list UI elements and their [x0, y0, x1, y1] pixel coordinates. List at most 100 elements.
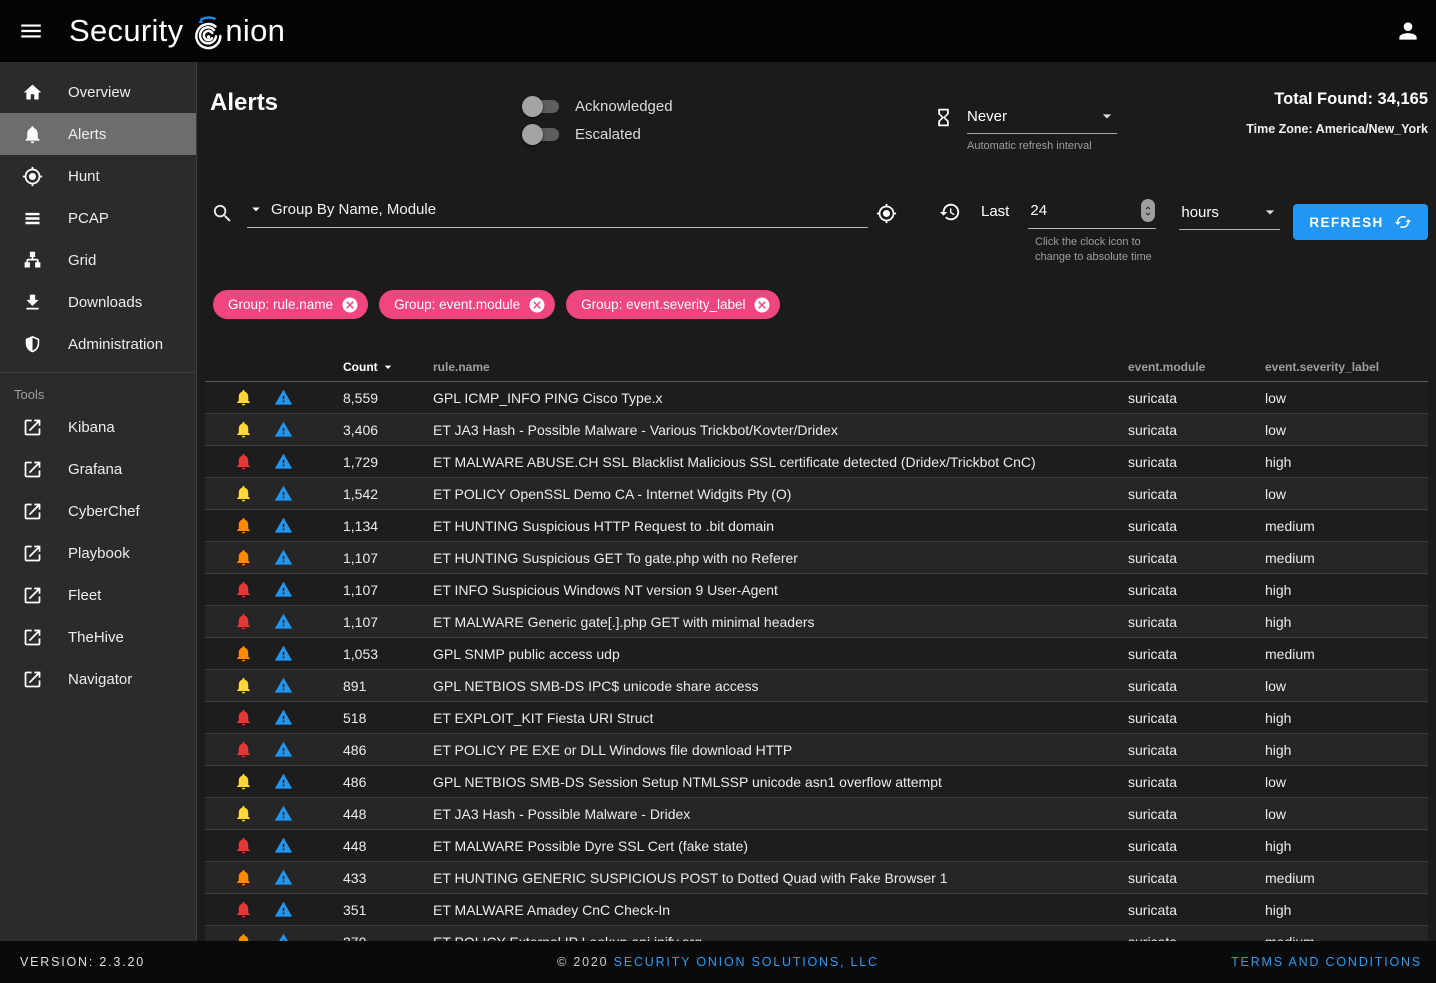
severity-bell-icon[interactable]: [223, 580, 263, 599]
alert-warning-icon[interactable]: [263, 420, 303, 439]
column-header-rule-name[interactable]: rule.name: [433, 360, 1128, 374]
severity-cell: low: [1265, 390, 1428, 406]
alert-warning-icon[interactable]: [263, 388, 303, 407]
alert-warning-icon[interactable]: [263, 804, 303, 823]
column-header-count[interactable]: Count: [343, 359, 433, 375]
table-row[interactable]: 448 ET MALWARE Possible Dyre SSL Cert (f…: [205, 830, 1428, 862]
refresh-interval-select[interactable]: Never: [967, 106, 1117, 134]
acknowledged-toggle[interactable]: Acknowledged: [523, 92, 673, 120]
sidebar-item-alerts[interactable]: Alerts: [0, 113, 196, 155]
table-row[interactable]: 433 ET HUNTING GENERIC SUSPICIOUS POST t…: [205, 862, 1428, 894]
filter-target-icon[interactable]: [876, 203, 897, 224]
user-account-icon[interactable]: [1395, 18, 1421, 44]
table-row[interactable]: 1,134 ET HUNTING Suspicious HTTP Request…: [205, 510, 1428, 542]
table-row[interactable]: 891 GPL NETBIOS SMB-DS IPC$ unicode shar…: [205, 670, 1428, 702]
alert-warning-icon[interactable]: [263, 452, 303, 471]
group-chip[interactable]: Group: event.module: [379, 290, 555, 319]
table-row[interactable]: 351 ET MALWARE Amadey CnC Check-In suric…: [205, 894, 1428, 926]
severity-bell-icon[interactable]: [223, 484, 263, 503]
sidebar-item-playbook[interactable]: Playbook: [0, 532, 196, 574]
menu-icon[interactable]: [14, 14, 48, 48]
sidebar-item-administration[interactable]: Administration: [0, 323, 196, 365]
alert-warning-icon[interactable]: [263, 740, 303, 759]
sidebar-item-thehive[interactable]: TheHive: [0, 616, 196, 658]
severity-cell: high: [1265, 614, 1428, 630]
alert-warning-icon[interactable]: [263, 548, 303, 567]
table-row[interactable]: 3,406 ET JA3 Hash - Possible Malware - V…: [205, 414, 1428, 446]
severity-bell-icon[interactable]: [223, 900, 263, 919]
severity-bell-icon[interactable]: [223, 868, 263, 887]
alert-warning-icon[interactable]: [263, 708, 303, 727]
chevron-down-icon[interactable]: [247, 200, 265, 218]
close-icon[interactable]: [341, 296, 359, 314]
time-value-input[interactable]: 24: [1028, 200, 1156, 229]
toggle-track[interactable]: [526, 128, 559, 141]
table-row[interactable]: 486 GPL NETBIOS SMB-DS Session Setup NTM…: [205, 766, 1428, 798]
alert-warning-icon[interactable]: [263, 676, 303, 695]
table-row[interactable]: 270 ET POLICY External IP Lookup api.ipi…: [205, 926, 1428, 941]
sidebar-item-hunt[interactable]: Hunt: [0, 155, 196, 197]
alert-warning-icon[interactable]: [263, 612, 303, 631]
table-row[interactable]: 1,107 ET MALWARE Generic gate[.].php GET…: [205, 606, 1428, 638]
alert-warning-icon[interactable]: [263, 516, 303, 535]
alert-warning-icon[interactable]: [263, 836, 303, 855]
severity-bell-icon[interactable]: [223, 644, 263, 663]
sidebar-item-kibana[interactable]: Kibana: [0, 406, 196, 448]
table-row[interactable]: 518 ET EXPLOIT_KIT Fiesta URI Struct sur…: [205, 702, 1428, 734]
table-row[interactable]: 1,107 ET INFO Suspicious Windows NT vers…: [205, 574, 1428, 606]
sidebar-item-overview[interactable]: Overview: [0, 71, 196, 113]
severity-bell-icon[interactable]: [223, 548, 263, 567]
sidebar-item-grafana[interactable]: Grafana: [0, 448, 196, 490]
severity-bell-icon[interactable]: [223, 772, 263, 791]
alert-warning-icon[interactable]: [263, 868, 303, 887]
sidebar-item-cyberchef[interactable]: CyberChef: [0, 490, 196, 532]
group-chip[interactable]: Group: rule.name: [213, 290, 368, 319]
toggle-knob[interactable]: [522, 96, 543, 117]
alert-warning-icon[interactable]: [263, 644, 303, 663]
escalated-toggle[interactable]: Escalated: [523, 120, 673, 148]
sidebar-item-downloads[interactable]: Downloads: [0, 281, 196, 323]
copyright-link[interactable]: SECURITY ONION SOLUTIONS, LLC: [614, 955, 879, 969]
severity-bell-icon[interactable]: [223, 932, 263, 941]
severity-bell-icon[interactable]: [223, 452, 263, 471]
table-row[interactable]: 1,107 ET HUNTING Suspicious GET To gate.…: [205, 542, 1428, 574]
column-header-severity-label[interactable]: event.severity_label: [1265, 360, 1428, 374]
refresh-button[interactable]: REFRESH: [1293, 204, 1428, 240]
table-row[interactable]: 448 ET JA3 Hash - Possible Malware - Dri…: [205, 798, 1428, 830]
severity-bell-icon[interactable]: [223, 708, 263, 727]
column-header-event-module[interactable]: event.module: [1128, 360, 1265, 374]
close-icon[interactable]: [753, 296, 771, 314]
number-spinner[interactable]: [1141, 199, 1155, 222]
severity-bell-icon[interactable]: [223, 420, 263, 439]
tools-section-label: Tools: [0, 373, 196, 406]
severity-bell-icon[interactable]: [223, 612, 263, 631]
time-unit-select[interactable]: hours: [1179, 200, 1280, 230]
table-row[interactable]: 1,729 ET MALWARE ABUSE.CH SSL Blacklist …: [205, 446, 1428, 478]
alert-warning-icon[interactable]: [263, 900, 303, 919]
table-row[interactable]: 1,053 GPL SNMP public access udp suricat…: [205, 638, 1428, 670]
severity-bell-icon[interactable]: [223, 676, 263, 695]
table-row[interactable]: 1,542 ET POLICY OpenSSL Demo CA - Intern…: [205, 478, 1428, 510]
severity-bell-icon[interactable]: [223, 836, 263, 855]
clock-history-icon[interactable]: [939, 201, 961, 223]
severity-bell-icon[interactable]: [223, 388, 263, 407]
severity-bell-icon[interactable]: [223, 740, 263, 759]
group-chip[interactable]: Group: event.severity_label: [566, 290, 780, 319]
table-row[interactable]: 8,559 GPL ICMP_INFO PING Cisco Type.x su…: [205, 382, 1428, 414]
toggle-knob[interactable]: [522, 124, 543, 145]
terms-link[interactable]: TERMS AND CONDITIONS: [1231, 955, 1422, 969]
search-input[interactable]: Group By Name, Module: [247, 200, 868, 228]
sidebar-item-grid[interactable]: Grid: [0, 239, 196, 281]
alert-warning-icon[interactable]: [263, 580, 303, 599]
alert-warning-icon[interactable]: [263, 772, 303, 791]
alert-warning-icon[interactable]: [263, 932, 303, 941]
toggle-track[interactable]: [526, 100, 559, 113]
severity-bell-icon[interactable]: [223, 516, 263, 535]
alert-warning-icon[interactable]: [263, 484, 303, 503]
sidebar-item-pcap[interactable]: PCAP: [0, 197, 196, 239]
sidebar-item-navigator[interactable]: Navigator: [0, 658, 196, 700]
close-icon[interactable]: [528, 296, 546, 314]
sidebar-item-fleet[interactable]: Fleet: [0, 574, 196, 616]
table-row[interactable]: 486 ET POLICY PE EXE or DLL Windows file…: [205, 734, 1428, 766]
severity-bell-icon[interactable]: [223, 804, 263, 823]
